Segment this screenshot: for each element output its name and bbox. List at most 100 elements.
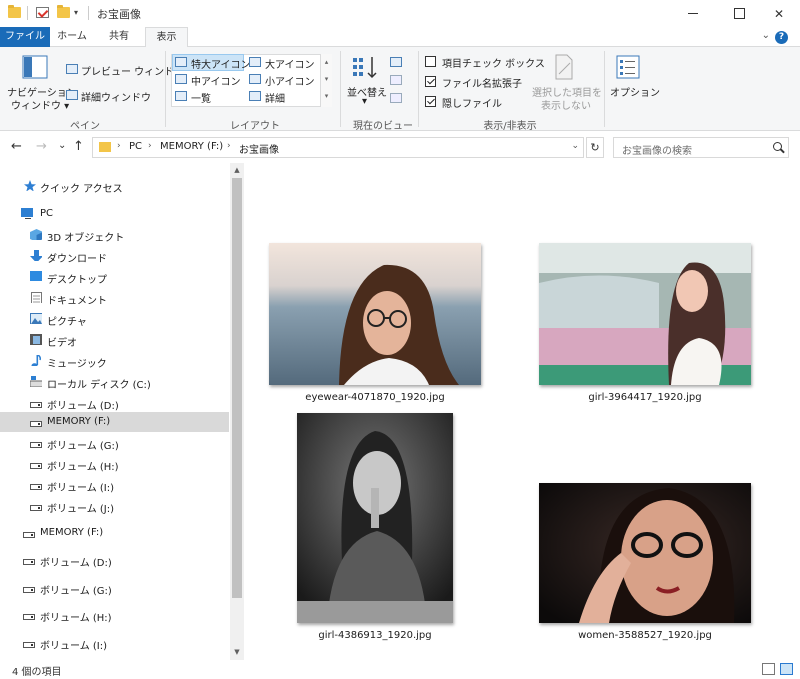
layout-medium-icons[interactable]: 中アイコン xyxy=(191,73,241,88)
file-name[interactable]: girl-4386913_1920.jpg xyxy=(297,630,453,641)
tab-file[interactable]: ファイル xyxy=(0,27,50,47)
ribbon: ナビゲーション ウィンドウ ▾ プレビュー ウィンドウ 詳細ウィンドウ ペイン … xyxy=(0,47,800,132)
refresh-button[interactable]: ↻ xyxy=(586,137,604,158)
tab-view[interactable]: 表示 xyxy=(145,27,188,48)
nav-item-volume-i[interactable]: ボリューム (I:) xyxy=(0,475,229,495)
file-extensions-checkbox[interactable] xyxy=(425,76,436,87)
tab-share[interactable]: 共有 xyxy=(96,27,142,47)
file-name[interactable]: girl-3964417_1920.jpg xyxy=(539,392,751,403)
forward-button[interactable]: → xyxy=(36,139,47,154)
preview-pane-button[interactable]: プレビュー ウィンドウ xyxy=(81,63,184,78)
layout-details[interactable]: 詳細 xyxy=(265,90,285,105)
minimize-button[interactable] xyxy=(670,0,716,27)
address-dropdown-icon[interactable]: ⌄ xyxy=(571,141,579,151)
nav-label: ドキュメント xyxy=(47,296,107,307)
breadcrumb-separator[interactable]: › xyxy=(117,141,121,151)
nav-label: デスクトップ xyxy=(47,275,107,286)
drive-icon xyxy=(23,559,35,565)
tab-home[interactable]: ホーム xyxy=(52,27,92,47)
item-checkboxes-checkbox[interactable] xyxy=(425,56,436,67)
folder-icon xyxy=(99,142,111,152)
nav-item-volume-d-root[interactable]: ボリューム (D:) xyxy=(0,550,229,570)
nav-item-volume-g[interactable]: ボリューム (G:) xyxy=(0,433,229,453)
search-icon[interactable] xyxy=(773,142,782,151)
nav-item-videos[interactable]: ビデオ xyxy=(0,330,229,350)
options-icon xyxy=(616,55,640,79)
nav-item-pc[interactable]: PC xyxy=(0,204,229,224)
close-button[interactable]: ✕ xyxy=(756,0,800,27)
folder-icon xyxy=(8,5,21,18)
options-button[interactable]: オプション xyxy=(610,84,660,99)
hidden-items-label[interactable]: 隠しファイル xyxy=(442,95,502,110)
add-columns-icon[interactable] xyxy=(390,75,402,85)
item-count: 4 個の項目 xyxy=(12,667,62,678)
nav-item-music[interactable]: ミュージック xyxy=(0,351,229,371)
image-thumbnail[interactable] xyxy=(297,413,453,623)
file-name[interactable]: eyewear-4071870_1920.jpg xyxy=(269,392,481,403)
recent-locations-button[interactable]: ⌄ xyxy=(58,140,66,151)
small-icons-icon xyxy=(249,74,261,84)
breadcrumb-memory[interactable]: MEMORY (F:) xyxy=(160,141,223,152)
nav-label: ダウンロード xyxy=(47,254,107,265)
nav-item-volume-g-root[interactable]: ボリューム (G:) xyxy=(0,578,229,598)
up-button[interactable]: ↑ xyxy=(73,139,84,154)
file-name[interactable]: women-3588527_1920.jpg xyxy=(539,630,751,641)
breadcrumb-pc[interactable]: PC xyxy=(129,141,142,152)
file-extensions-label[interactable]: ファイル名拡張子 xyxy=(442,75,522,90)
back-button[interactable]: ← xyxy=(11,139,22,154)
nav-item-pictures[interactable]: ピクチャ xyxy=(0,309,229,329)
help-icon[interactable]: ? xyxy=(775,31,788,44)
scroll-up-arrow-icon[interactable]: ▲ xyxy=(230,163,244,177)
breadcrumb-separator[interactable]: › xyxy=(227,141,231,151)
pictures-icon xyxy=(30,313,42,324)
new-folder-icon[interactable] xyxy=(57,5,70,18)
properties-check-icon[interactable] xyxy=(36,7,49,18)
group-label-show-hide: 表示/非表示 xyxy=(483,121,537,132)
nav-item-memory-f-root[interactable]: MEMORY (F:) xyxy=(0,523,229,543)
layout-small-icons[interactable]: 小アイコン xyxy=(265,73,315,88)
address-bar[interactable]: › PC › MEMORY (F:) › お宝画像 ⌄ xyxy=(92,137,584,158)
collapse-ribbon-icon[interactable]: ⌄ xyxy=(762,30,770,41)
music-icon xyxy=(31,355,41,366)
layout-large-icons[interactable]: 大アイコン xyxy=(265,56,315,71)
hidden-items-checkbox[interactable] xyxy=(425,96,436,107)
details-view-icon[interactable] xyxy=(762,663,775,675)
layout-extra-large-icons[interactable]: 特大アイコン xyxy=(191,56,251,71)
nav-item-local-disk-c[interactable]: ローカル ディスク (C:) xyxy=(0,372,229,392)
sort-by-dropdown-icon[interactable]: ▾ xyxy=(362,96,367,107)
image-thumbnail[interactable] xyxy=(539,483,751,623)
sort-by-icon[interactable] xyxy=(352,55,380,79)
nav-label: ボリューム (G:) xyxy=(47,441,119,452)
search-input[interactable]: お宝画像の検索 xyxy=(613,137,789,158)
nav-label: ビデオ xyxy=(47,338,77,349)
document-icon xyxy=(31,292,42,303)
nav-item-volume-j[interactable]: ボリューム (J:) xyxy=(0,496,229,516)
separator xyxy=(27,6,28,20)
quick-access-dropdown-icon[interactable]: ▾ xyxy=(74,8,78,17)
nav-item-desktop[interactable]: デスクトップ xyxy=(0,267,229,287)
nav-scroll-thumb[interactable] xyxy=(232,178,242,598)
item-checkboxes-label[interactable]: 項目チェック ボックス xyxy=(442,55,545,70)
nav-item-downloads[interactable]: ダウンロード xyxy=(0,246,229,266)
group-by-icon[interactable] xyxy=(390,57,402,67)
nav-item-volume-h[interactable]: ボリューム (H:) xyxy=(0,454,229,474)
nav-item-memory-f[interactable]: MEMORY (F:) xyxy=(0,412,229,432)
size-columns-icon[interactable] xyxy=(390,93,402,103)
nav-item-documents[interactable]: ドキュメント xyxy=(0,288,229,308)
nav-item-3d-objects[interactable]: 3D オブジェクト xyxy=(0,225,229,245)
nav-item-volume-d[interactable]: ボリューム (D:) xyxy=(0,393,229,413)
scroll-down-arrow-icon[interactable]: ▼ xyxy=(230,645,244,659)
nav-item-volume-h-root[interactable]: ボリューム (H:) xyxy=(0,605,229,625)
nav-label: ボリューム (I:) xyxy=(40,641,107,652)
details-pane-button[interactable]: 詳細ウィンドウ xyxy=(81,89,151,104)
status-bar: 4 個の項目 xyxy=(0,660,800,679)
image-thumbnail[interactable] xyxy=(539,243,751,385)
nav-item-volume-i-root[interactable]: ボリューム (I:) xyxy=(0,633,229,653)
image-thumbnail[interactable] xyxy=(269,243,481,385)
nav-item-quick-access[interactable]: クイック アクセス xyxy=(0,176,229,196)
layout-scroll[interactable]: ▴ ▾ ▾ xyxy=(320,54,332,107)
breadcrumb-separator[interactable]: › xyxy=(148,141,152,151)
large-icons-view-icon[interactable] xyxy=(780,663,793,675)
breadcrumb-current-folder[interactable]: お宝画像 xyxy=(239,141,279,156)
layout-list[interactable]: 一覧 xyxy=(191,90,211,105)
